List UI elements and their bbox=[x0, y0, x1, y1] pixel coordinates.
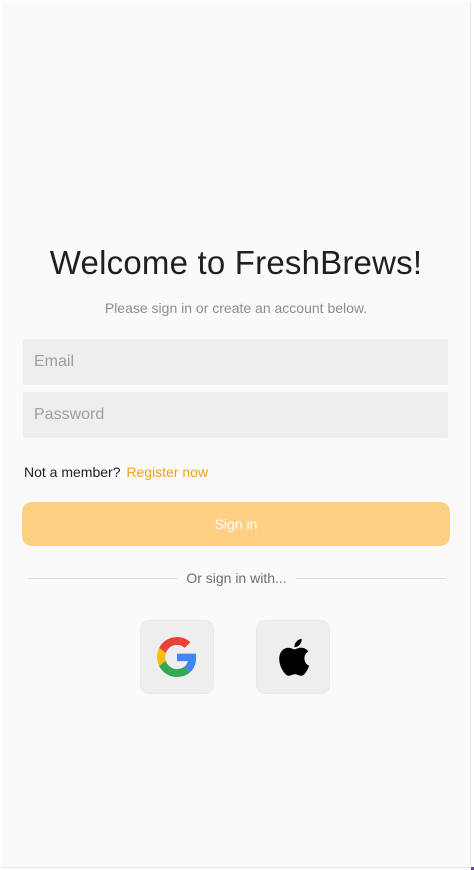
login-screen: Welcome to FreshBrews! Please sign in or… bbox=[2, 2, 471, 868]
divider-line-left bbox=[28, 577, 178, 579]
divider-label: Or sign in with... bbox=[186, 570, 287, 586]
social-divider: Or sign in with... bbox=[28, 568, 445, 588]
apple-icon bbox=[279, 638, 310, 676]
not-member-text: Not a member? bbox=[24, 464, 121, 480]
apple-sign-in-button[interactable] bbox=[256, 620, 330, 694]
google-sign-in-button[interactable] bbox=[140, 620, 214, 694]
password-field[interactable] bbox=[23, 392, 448, 438]
email-field[interactable] bbox=[23, 339, 448, 385]
register-link[interactable]: Register now bbox=[126, 464, 208, 480]
page-subtitle: Please sign in or create an account belo… bbox=[104, 300, 368, 316]
divider-line-right bbox=[295, 577, 445, 579]
register-prompt: Not a member? Register now bbox=[24, 464, 208, 480]
sign-in-button[interactable]: Sign in bbox=[22, 502, 450, 546]
google-icon bbox=[157, 637, 197, 677]
page-title: Welcome to FreshBrews! bbox=[49, 244, 423, 281]
